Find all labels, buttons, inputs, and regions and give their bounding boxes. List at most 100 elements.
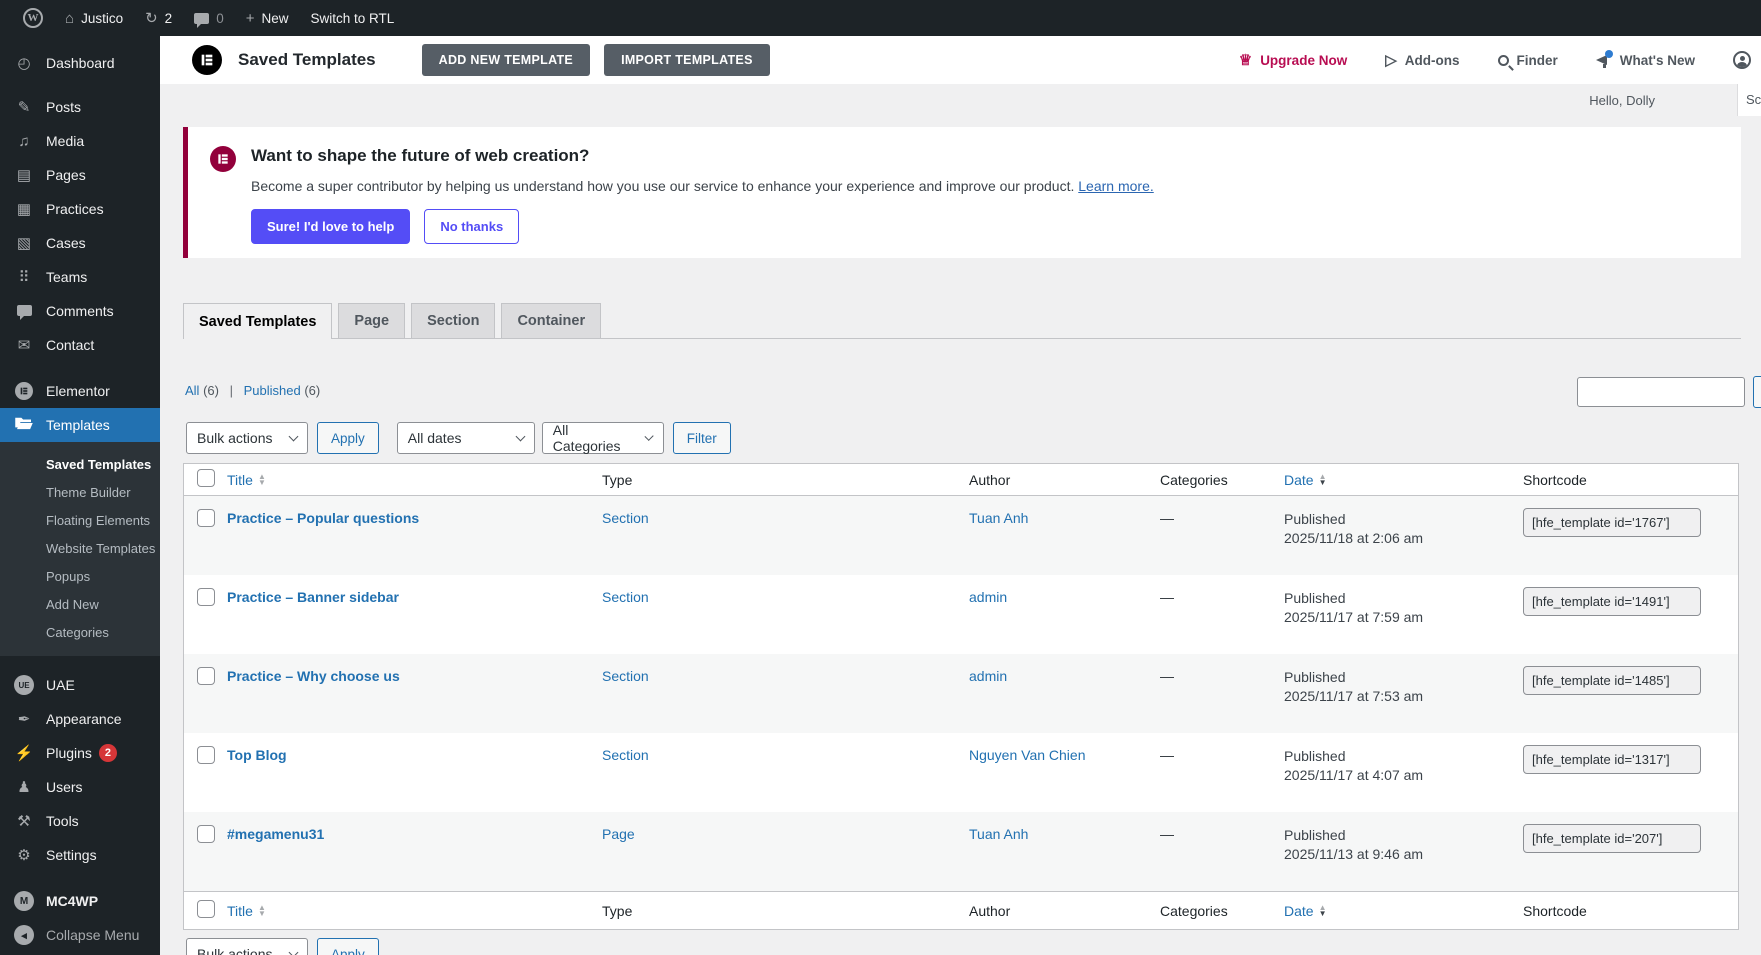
sidebar-item-contact[interactable]: ✉ Contact — [0, 328, 160, 362]
apply-button-bottom[interactable]: Apply — [317, 938, 379, 955]
submenu-popups[interactable]: Popups — [0, 562, 160, 590]
select-all-checkbox[interactable] — [197, 900, 215, 918]
dates-select[interactable]: All dates — [396, 422, 535, 454]
tab-section[interactable]: Section — [411, 303, 496, 338]
elementor-header: Saved Templates ADD NEW TEMPLATE IMPORT … — [160, 36, 1761, 84]
accept-help-button[interactable]: Sure! I'd love to help — [251, 209, 411, 244]
upgrade-now-link[interactable]: ♕ Upgrade Now — [1239, 53, 1347, 68]
submenu-add-new[interactable]: Add New — [0, 590, 160, 618]
submenu-saved-templates[interactable]: Saved Templates — [0, 450, 160, 478]
search-submit-button[interactable] — [1753, 376, 1761, 408]
new-content-link[interactable]: + New — [235, 0, 300, 36]
sort-by-date[interactable]: Date ▲ ▼ — [1284, 472, 1327, 488]
sidebar-item-plugins[interactable]: ⚡ Plugins 2 — [0, 736, 160, 770]
template-categories: — — [1160, 589, 1174, 605]
tab-saved-templates[interactable]: Saved Templates — [183, 303, 333, 339]
comments-bubble-icon — [12, 303, 36, 320]
template-author-link[interactable]: Nguyen Van Chien — [969, 747, 1085, 763]
search-input[interactable] — [1577, 377, 1745, 407]
sidebar-item-media[interactable]: ♫ Media — [0, 124, 160, 158]
sidebar-item-appearance[interactable]: ✒ Appearance — [0, 702, 160, 736]
sidebar-item-cases[interactable]: ▧ Cases — [0, 226, 160, 260]
sidebar-item-tools[interactable]: ⚒ Tools — [0, 804, 160, 838]
sidebar-item-collapse[interactable]: ◂ Collapse Menu — [0, 918, 160, 952]
template-type-link[interactable]: Section — [602, 747, 649, 763]
column-author: Author — [969, 902, 1011, 919]
addons-link[interactable]: ▷ Add-ons — [1385, 53, 1459, 68]
sidebar-item-settings[interactable]: ⚙ Settings — [0, 838, 160, 872]
template-author-link[interactable]: Tuan Anh — [969, 826, 1028, 842]
sidebar-item-elementor[interactable]: Elementor — [0, 374, 160, 408]
template-type-link[interactable]: Section — [602, 668, 649, 684]
sidebar-item-users[interactable]: ♟ Users — [0, 770, 160, 804]
sidebar-item-templates[interactable]: Templates — [0, 408, 160, 442]
apply-button[interactable]: Apply — [317, 422, 379, 454]
template-type-link[interactable]: Section — [602, 510, 649, 526]
site-link[interactable]: ⌂ Justico — [54, 0, 134, 36]
submenu-website-templates[interactable]: Website Templates — [0, 534, 160, 562]
view-published-count: (6) — [304, 383, 321, 398]
tab-container[interactable]: Container — [501, 303, 602, 338]
select-all-checkbox[interactable] — [197, 469, 215, 487]
sidebar-item-pages[interactable]: ▤ Pages — [0, 158, 160, 192]
notice-actions: Sure! I'd love to help No thanks — [251, 209, 520, 244]
sidebar-item-dashboard[interactable]: ◴ Dashboard — [0, 46, 160, 80]
greeting-strip: Hello, Dolly Screen Options — [160, 84, 1761, 116]
column-categories: Categories — [1160, 902, 1228, 919]
finder-link[interactable]: Finder — [1497, 53, 1558, 68]
import-templates-button[interactable]: IMPORT TEMPLATES — [604, 44, 770, 76]
add-new-template-button[interactable]: ADD NEW TEMPLATE — [421, 44, 591, 76]
bulk-actions-select-bottom[interactable]: Bulk actions — [186, 938, 308, 955]
template-title-link[interactable]: #megamenu31 — [227, 826, 324, 842]
template-type-link[interactable]: Section — [602, 589, 649, 605]
sort-by-date[interactable]: Date ▲ ▼ — [1284, 903, 1327, 919]
sidebar-item-uae[interactable]: UE UAE — [0, 668, 160, 702]
user-account-link[interactable] — [1733, 51, 1751, 69]
sidebar-item-mc4wp[interactable]: M MC4WP — [0, 884, 160, 918]
no-thanks-button[interactable]: No thanks — [424, 209, 520, 244]
template-title-link[interactable]: Practice – Popular questions — [227, 510, 419, 526]
template-author-link[interactable]: Tuan Anh — [969, 510, 1028, 526]
comments-link[interactable]: 0 — [183, 0, 235, 36]
table-row: Practice – Popular questions Section Tua… — [184, 496, 1738, 575]
tab-page[interactable]: Page — [338, 303, 406, 338]
sidebar-item-practices[interactable]: ▦ Practices — [0, 192, 160, 226]
updates-link[interactable]: ↻ 2 — [134, 0, 183, 36]
shortcode-input[interactable] — [1523, 666, 1701, 695]
submenu-categories[interactable]: Categories — [0, 618, 160, 646]
template-title-link[interactable]: Practice – Why choose us — [227, 668, 400, 684]
sort-by-title[interactable]: Title ▲ ▼ — [227, 903, 266, 919]
learn-more-link[interactable]: Learn more. — [1078, 178, 1153, 194]
view-all-link[interactable]: All — [185, 383, 199, 398]
switch-rtl-link[interactable]: Switch to RTL — [299, 0, 405, 36]
row-checkbox[interactable] — [197, 746, 215, 764]
row-checkbox[interactable] — [197, 667, 215, 685]
row-checkbox[interactable] — [197, 588, 215, 606]
filter-button[interactable]: Filter — [672, 422, 731, 454]
bulk-actions-select[interactable]: Bulk actions — [186, 422, 308, 454]
template-title-link[interactable]: Practice – Banner sidebar — [227, 589, 399, 605]
row-checkbox[interactable] — [197, 509, 215, 527]
table-row: Practice – Banner sidebar Section admin … — [184, 575, 1738, 654]
shortcode-input[interactable] — [1523, 745, 1701, 774]
template-author-link[interactable]: admin — [969, 668, 1007, 684]
sort-by-title[interactable]: Title ▲ ▼ — [227, 472, 266, 488]
submenu-floating-elements[interactable]: Floating Elements — [0, 506, 160, 534]
template-title-link[interactable]: Top Blog — [227, 747, 287, 763]
submenu-theme-builder[interactable]: Theme Builder — [0, 478, 160, 506]
sidebar-item-comments[interactable]: Comments — [0, 294, 160, 328]
view-published-link[interactable]: Published — [244, 383, 301, 398]
site-name: Justico — [81, 10, 124, 26]
template-author-link[interactable]: admin — [969, 589, 1007, 605]
shortcode-input[interactable] — [1523, 824, 1701, 853]
row-checkbox[interactable] — [197, 825, 215, 843]
sidebar-item-posts[interactable]: ✎ Posts — [0, 90, 160, 124]
screen-options-tab[interactable]: Screen Options — [1737, 84, 1761, 116]
template-type-link[interactable]: Page — [602, 826, 635, 842]
sidebar-item-teams[interactable]: ⠿ Teams — [0, 260, 160, 294]
shortcode-input[interactable] — [1523, 508, 1701, 537]
categories-select[interactable]: All Categories — [541, 422, 664, 454]
shortcode-input[interactable] — [1523, 587, 1701, 616]
wordpress-menu[interactable]: W — [12, 0, 54, 36]
whats-new-link[interactable]: What's New — [1595, 50, 1695, 68]
